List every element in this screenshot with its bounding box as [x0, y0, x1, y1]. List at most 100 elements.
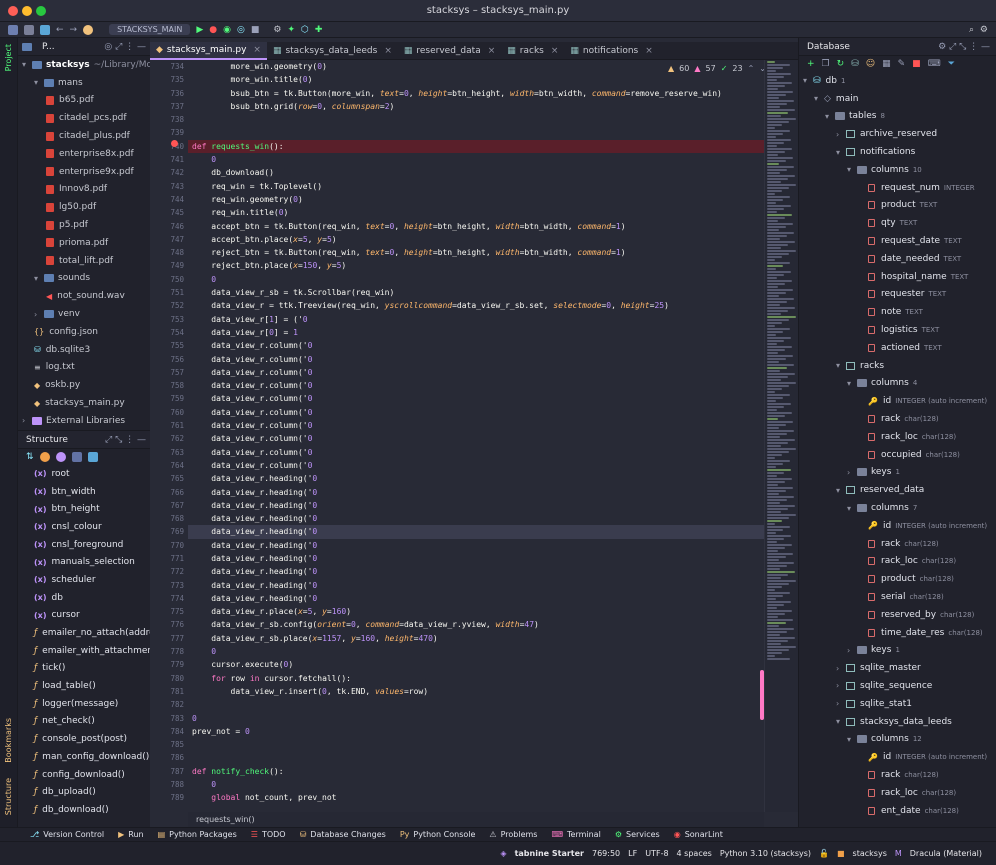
database-tree-item[interactable]: rack char(128): [799, 766, 996, 784]
editor-tab[interactable]: ▦ reserved_data ×: [398, 42, 501, 60]
project-tree-item[interactable]: Innov8.pdf: [18, 181, 150, 199]
structure-item[interactable]: (x) cnsl_colour: [18, 518, 150, 536]
chevron-right-icon[interactable]: ›: [836, 681, 844, 690]
structure-item[interactable]: (x) scheduler: [18, 571, 150, 589]
line-number[interactable]: 748: [150, 246, 188, 259]
line-number[interactable]: 759: [150, 392, 188, 405]
refresh-icon[interactable]: ↻: [837, 59, 845, 69]
structure-item[interactable]: ƒ db_download(): [18, 801, 150, 819]
code-line[interactable]: data_view_r[1] = ('0: [188, 313, 764, 326]
editor-tab[interactable]: ▦ racks ×: [501, 42, 564, 60]
coverage-icon[interactable]: ◉: [223, 25, 231, 35]
database-tree-item[interactable]: occupied char(128): [799, 446, 996, 464]
code-line[interactable]: data_view_r[0] = 1: [188, 326, 764, 339]
project-tree-item[interactable]: ▾ sounds: [18, 270, 150, 288]
zoom-window-button[interactable]: [36, 6, 46, 16]
chevron-down-icon[interactable]: ▾: [847, 735, 855, 744]
ide-settings-icon[interactable]: ⚙: [980, 25, 988, 35]
chevron-down-icon[interactable]: ▾: [22, 60, 30, 69]
line-number[interactable]: 757: [150, 366, 188, 379]
project-tree-item[interactable]: ≡ log.txt: [18, 359, 150, 377]
line-number[interactable]: 789: [150, 791, 188, 804]
close-window-button[interactable]: [8, 6, 18, 16]
line-number[interactable]: 737: [150, 100, 188, 113]
code-line[interactable]: [188, 113, 764, 126]
code-line[interactable]: data_view_r.place(x=5, y=160): [188, 605, 764, 618]
database-tree-item[interactable]: rack char(128): [799, 410, 996, 428]
line-number[interactable]: 787: [150, 765, 188, 778]
puzzle-icon[interactable]: ✚: [315, 25, 323, 35]
tool-window-tab[interactable]: ☰ TODO: [251, 830, 286, 839]
bookmarks-tool-tab[interactable]: Bookmarks: [4, 718, 13, 763]
plugin-icon[interactable]: ✦: [287, 25, 295, 35]
database-tree-item[interactable]: › keys 1: [799, 464, 996, 482]
project-tree-item[interactable]: b65.pdf: [18, 92, 150, 110]
chevron-down-icon[interactable]: ▾: [34, 78, 42, 87]
line-number[interactable]: 776: [150, 618, 188, 631]
code-line[interactable]: data_view_r.insert(0, tk.END, values=row…: [188, 685, 764, 698]
vcs-icon[interactable]: ⬡: [301, 25, 309, 35]
chevron-down-icon[interactable]: ▾: [847, 379, 855, 388]
line-number[interactable]: 772: [150, 565, 188, 578]
database-tree-item[interactable]: ▾ ◇ main: [799, 90, 996, 108]
code-line[interactable]: data_view_r.column('0: [188, 432, 764, 445]
database-tree-item[interactable]: 🔑 id INTEGER (auto increment): [799, 748, 996, 766]
line-number[interactable]: 783: [150, 712, 188, 725]
database-tree-item[interactable]: request_date TEXT: [799, 232, 996, 250]
structure-item[interactable]: ƒ load_table(): [18, 677, 150, 695]
code-line[interactable]: 0: [188, 712, 764, 725]
database-tree-item[interactable]: ▾ columns 7: [799, 499, 996, 517]
line-number[interactable]: 770: [150, 539, 188, 552]
line-number[interactable]: 736: [150, 87, 188, 100]
profile-icon[interactable]: ◎: [237, 25, 245, 35]
editor-tab[interactable]: ▦ stacksys_data_leeds ×: [267, 42, 398, 60]
close-icon[interactable]: ×: [551, 46, 559, 56]
close-icon[interactable]: ×: [253, 45, 261, 55]
panel-options-icon[interactable]: ◎ ⤢ ⋮ —: [104, 42, 150, 52]
chevron-down-icon[interactable]: ▾: [803, 76, 811, 85]
chevron-down-icon[interactable]: ▾: [825, 112, 833, 121]
structure-item[interactable]: (x) cnsl_foreground: [18, 536, 150, 554]
tool-window-tab[interactable]: ⛁ Database Changes: [300, 830, 386, 839]
line-number[interactable]: 744: [150, 193, 188, 206]
panel-options-icon[interactable]: ⚙ ⤢ ⤡ ⋮ —: [938, 42, 996, 52]
database-tree-item[interactable]: requester TEXT: [799, 286, 996, 304]
forward-icon[interactable]: →: [70, 25, 78, 35]
code-line[interactable]: data_view_r.heading('0: [188, 539, 764, 552]
open-folder-icon[interactable]: [8, 24, 18, 35]
code-line[interactable]: data_view_r.heading('0: [188, 565, 764, 578]
structure-item[interactable]: ƒ emailer_with_attachment(: [18, 642, 150, 660]
code-line[interactable]: data_view_r.heading('0: [188, 512, 764, 525]
code-line[interactable]: accept_btn.place(x=5, y=5): [188, 233, 764, 246]
code-line[interactable]: def notify_check():: [188, 765, 764, 778]
tool-window-tab[interactable]: ⚠ Problems: [489, 830, 537, 839]
database-tree-item[interactable]: hospital_name TEXT: [799, 268, 996, 286]
database-tree-item[interactable]: ▾ racks: [799, 357, 996, 375]
line-number[interactable]: 758: [150, 379, 188, 392]
tool-window-tab[interactable]: ⎇ Version Control: [30, 830, 104, 839]
lock-icon[interactable]: 🔓: [819, 849, 829, 858]
code-line[interactable]: [188, 698, 764, 711]
chevron-down-icon[interactable]: ▾: [847, 165, 855, 174]
editor-tab[interactable]: ▦ notifications ×: [564, 42, 658, 60]
line-number[interactable]: 786: [150, 751, 188, 764]
project-tree-item[interactable]: total_lift.pdf: [18, 252, 150, 270]
line-number[interactable]: 760: [150, 406, 188, 419]
sort-icon[interactable]: ⇅: [26, 452, 34, 462]
line-number[interactable]: 756: [150, 353, 188, 366]
database-tree-item[interactable]: ▾ reserved_data: [799, 481, 996, 499]
database-tree-item[interactable]: ▾ ⛁ db 1: [799, 72, 996, 90]
run-icon[interactable]: ▶: [196, 25, 203, 35]
code-line[interactable]: cursor.execute(0): [188, 658, 764, 671]
code-line[interactable]: data_view_r.column('0: [188, 339, 764, 352]
structure-item[interactable]: (x) btn_height: [18, 500, 150, 518]
structure-tool-tab[interactable]: Structure: [4, 778, 13, 815]
code-line[interactable]: [188, 738, 764, 751]
minimap[interactable]: [764, 60, 798, 812]
chevron-down-icon[interactable]: ▾: [836, 717, 844, 726]
structure-item[interactable]: ƒ console_post(post): [18, 730, 150, 748]
chevron-right-icon[interactable]: ›: [847, 468, 855, 477]
line-number[interactable]: 780: [150, 672, 188, 685]
line-number[interactable]: 782: [150, 698, 188, 711]
database-tree-item[interactable]: qty TEXT: [799, 214, 996, 232]
